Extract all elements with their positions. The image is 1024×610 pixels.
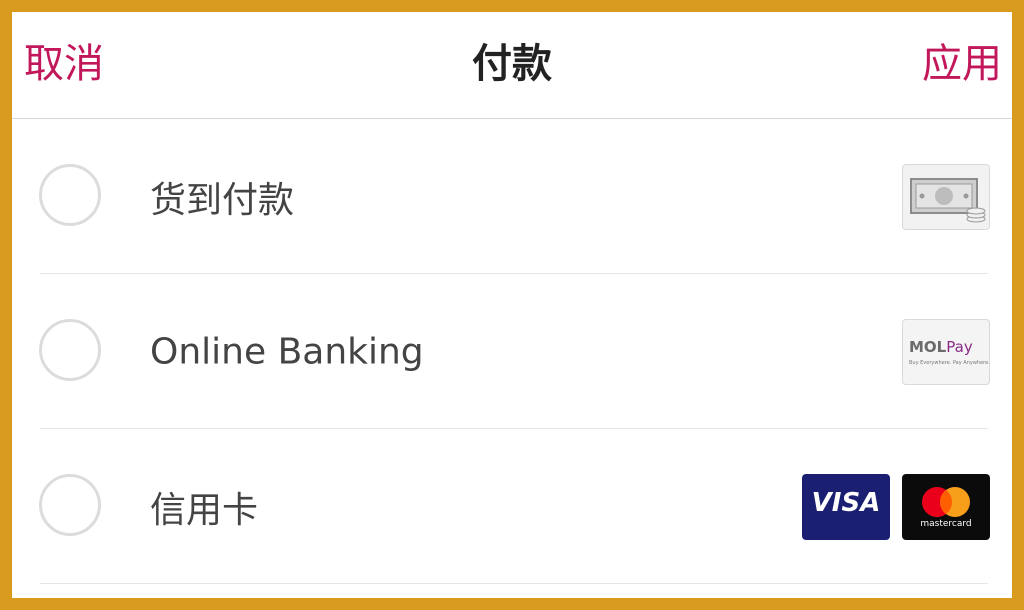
payment-option-online-banking[interactable]: Online Banking MOLPay Buy Everywhere. Pa…: [12, 274, 1012, 429]
visa-logo: VISA: [802, 473, 890, 540]
cash-icon: [902, 163, 990, 230]
mastercard-logo: mastercard: [902, 473, 990, 540]
payment-option-label: Online Banking: [150, 331, 424, 372]
apply-button[interactable]: 应用: [922, 38, 1002, 90]
payment-option-label: 货到付款: [150, 179, 295, 221]
radio-button[interactable]: [39, 163, 101, 226]
molpay-brand-pay: Pay: [946, 337, 973, 356]
payment-option-label: 信用卡: [150, 489, 259, 531]
molpay-tagline: Buy Everywhere. Pay Anywhere.: [909, 359, 990, 366]
header-bar: 取消 付款 应用: [12, 12, 1012, 119]
mastercard-text: mastercard: [920, 518, 972, 529]
payment-option-cod[interactable]: 货到付款: [12, 119, 1012, 274]
divider: [40, 583, 988, 584]
visa-text: VISA: [811, 487, 881, 518]
molpay-logo: MOLPay Buy Everywhere. Pay Anywhere.: [902, 318, 990, 385]
radio-button[interactable]: [39, 473, 101, 536]
page-title: 付款: [472, 41, 552, 87]
radio-button[interactable]: [39, 318, 101, 381]
payment-option-credit-card[interactable]: 信用卡 VISA mastercard: [12, 429, 1012, 584]
molpay-brand-mol: MOL: [909, 337, 947, 356]
payment-screen: 取消 付款 应用 货到付款 Online Banking MOLPay Buy …: [12, 12, 1012, 598]
